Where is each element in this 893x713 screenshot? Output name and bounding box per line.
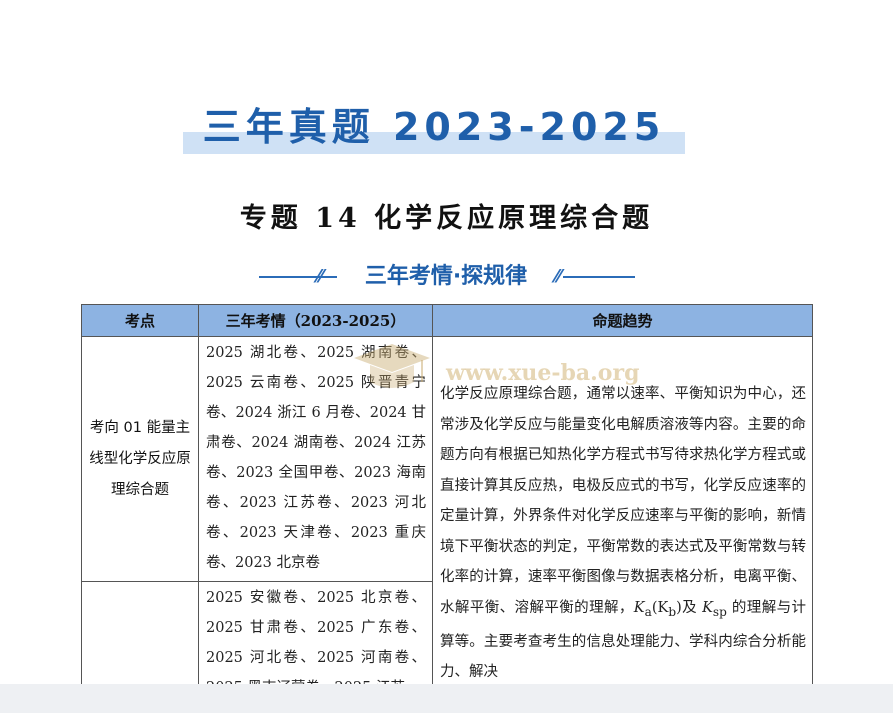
kb-open: (K: [651, 599, 669, 616]
section-subheading: ⁄⁄ 三年考情·探规律 ⁄⁄: [255, 260, 635, 294]
trend-cell: 化学反应原理综合题，通常以速率、平衡知识为中心，还常涉及化学反应与能量变化电解质…: [432, 336, 813, 704]
exam-point-cell: 考向 01 能量主线型化学反应原理综合题: [81, 336, 199, 582]
banner-title: 三年真题 2023-2025: [202, 105, 666, 149]
kb-close: )及: [676, 599, 703, 616]
ksp-subscript: sp: [712, 604, 727, 619]
ka-subscript: a: [644, 604, 652, 619]
subheading-right-line: [563, 276, 635, 278]
slash-ornament-icon: ⁄⁄: [555, 266, 562, 287]
title-banner: 三年真题 2023-2025: [183, 102, 685, 156]
subheading-left-line: [259, 276, 337, 278]
document-page: 三年真题 2023-2025 专题 14 化学反应原理综合题 ⁄⁄ 三年考情·探…: [0, 0, 893, 713]
site-watermark: www.xue-ba.org: [446, 360, 640, 386]
kb-subscript: b: [668, 604, 677, 619]
table-header-row: 考点 三年考情（2023-2025） 命题趋势: [81, 304, 813, 337]
header-point: 考点: [81, 304, 199, 337]
subheading-text: 三年考情·探规律: [364, 264, 528, 289]
topic-title: 专题 14 化学反应原理综合题: [239, 203, 654, 234]
header-trend: 命题趋势: [432, 304, 813, 337]
slash-ornament-icon: ⁄⁄: [317, 266, 324, 287]
graduation-cap-watermark-icon: [354, 344, 430, 388]
ka-symbol: K: [633, 599, 645, 616]
trend-text: 化学反应原理综合题，通常以速率、平衡知识为中心，还常涉及化学反应与能量变化电解质…: [440, 386, 806, 616]
header-years: 三年考情（2023-2025）: [198, 304, 433, 337]
ksp-symbol: K: [702, 599, 713, 616]
viewer-bottom-bar: [0, 684, 893, 713]
